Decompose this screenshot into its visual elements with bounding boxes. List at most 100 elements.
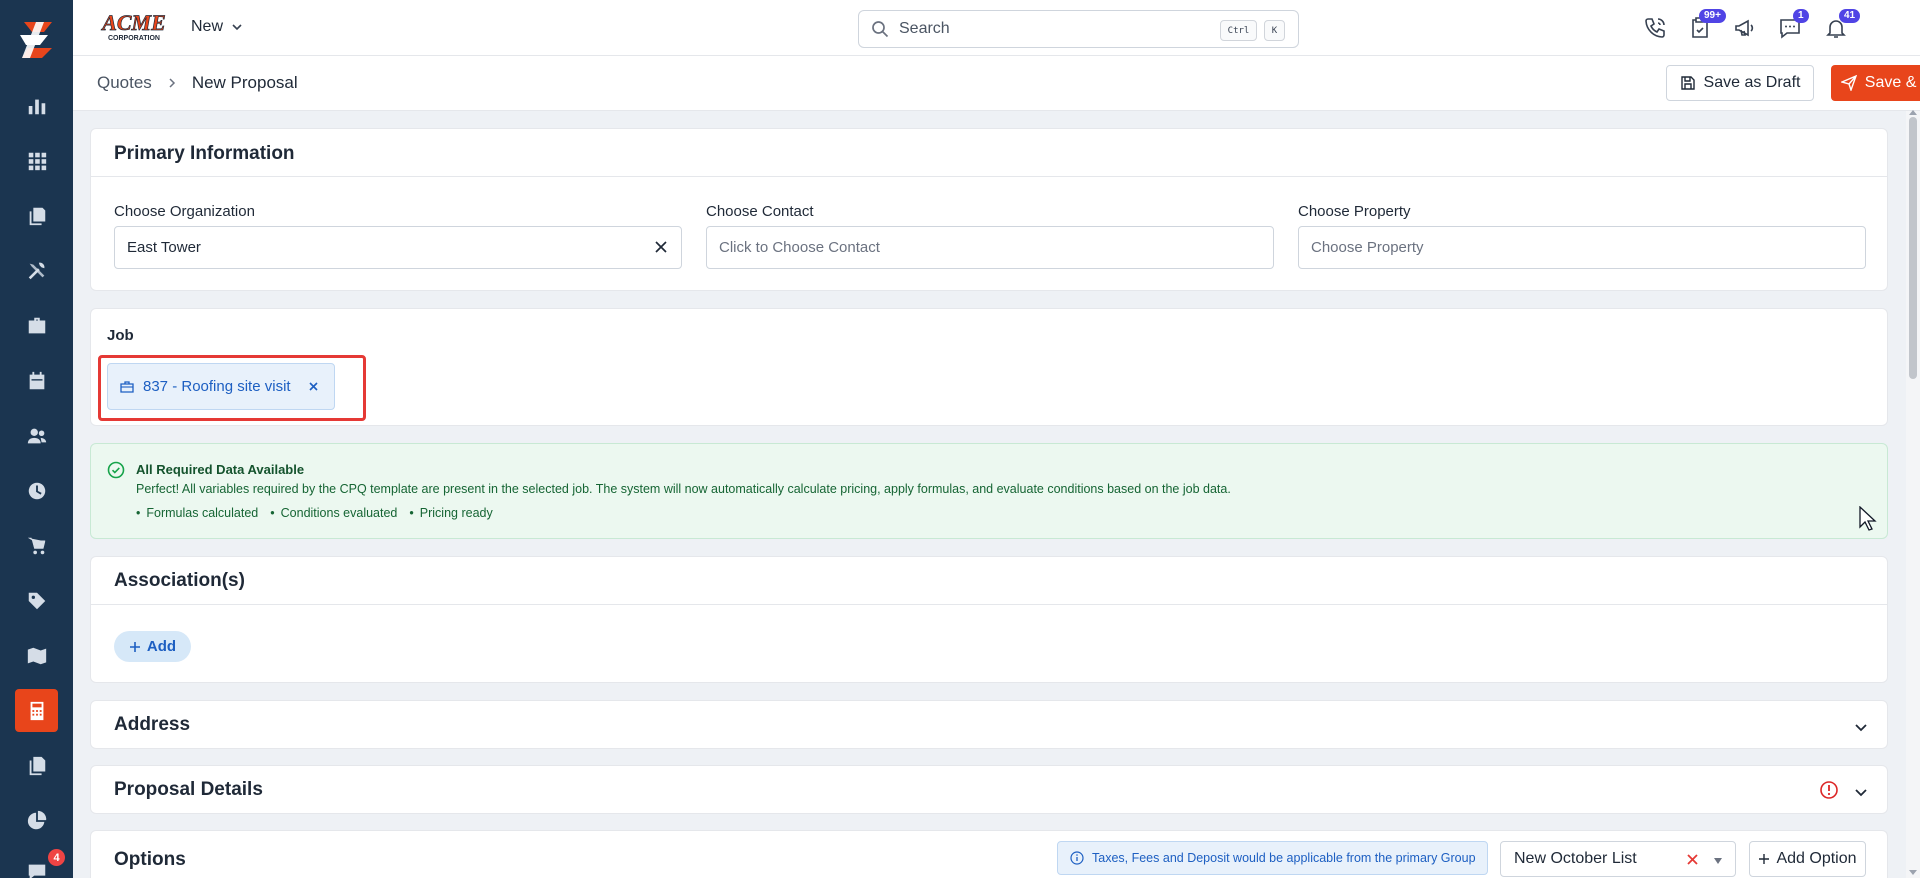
pie-chart-icon [27, 810, 46, 829]
job-card: Job 837 - Roofing site visit [90, 308, 1888, 426]
mouse-cursor-icon [1859, 506, 1877, 531]
notifications-button[interactable]: 41 [1821, 9, 1861, 43]
organization-field[interactable]: East Tower [114, 226, 682, 269]
sidebar-item-contacts[interactable] [15, 414, 58, 457]
sidebar-item-tools[interactable] [15, 249, 58, 292]
tools-icon [28, 262, 44, 279]
organization-value: East Tower [127, 239, 201, 256]
search-box[interactable]: Ctrl K [858, 10, 1299, 48]
add-association-label: Add [146, 638, 177, 655]
status-conditions: Conditions evaluated [270, 506, 398, 520]
alert-title: All Required Data Available [136, 462, 305, 477]
send-icon [1840, 75, 1857, 91]
breadcrumb-quotes[interactable]: Quotes [97, 73, 152, 93]
calendar-icon [29, 371, 44, 389]
sidebar: 4 [0, 0, 73, 878]
breadcrumb: Quotes New Proposal [97, 73, 298, 93]
associations-header: Association(s) [91, 557, 1887, 605]
new-menu-label: New [191, 18, 224, 35]
save-draft-button[interactable]: Save as Draft [1666, 65, 1814, 101]
price-list-value: New October List [1514, 850, 1637, 867]
phone-button[interactable] [1640, 13, 1670, 43]
sidebar-item-analytics[interactable] [15, 799, 58, 842]
sidebar-item-reports[interactable] [15, 744, 58, 787]
sidebar-item-pricing[interactable] [15, 579, 58, 622]
calculator-icon [30, 701, 43, 720]
tag-icon [28, 592, 45, 609]
scroll-up-icon[interactable] [1909, 109, 1917, 115]
top-bar: ACME CORPORATION New Ctrl K 99+ 1 41 [73, 0, 1920, 56]
sidebar-item-quotes[interactable] [15, 689, 58, 732]
save-draft-label: Save as Draft [1703, 74, 1801, 91]
messages-badge: 1 [1793, 9, 1809, 23]
chevron-down-icon[interactable] [1853, 719, 1869, 735]
sidebar-item-apps[interactable] [15, 139, 58, 182]
status-pricing: Pricing ready [409, 506, 493, 520]
announcements-button[interactable] [1730, 13, 1760, 43]
brand-logo[interactable]: ACME CORPORATION [97, 10, 171, 42]
remove-job-icon[interactable] [307, 380, 320, 393]
proposal-details-section[interactable]: Proposal Details [90, 765, 1888, 814]
associations-card: Association(s) Add [90, 556, 1888, 683]
shortcut-key-ctrl: Ctrl [1220, 20, 1257, 41]
contact-field[interactable]: Click to Choose Contact [706, 226, 1274, 269]
chevron-down-icon [232, 24, 242, 31]
job-label: Job [107, 327, 134, 344]
add-option-button[interactable]: Add Option [1749, 841, 1866, 877]
property-placeholder: Choose Property [1311, 239, 1424, 256]
map-icon [27, 647, 46, 664]
grid-icon [28, 152, 46, 170]
page-scrollbar[interactable] [1906, 109, 1920, 878]
shortcut-key-k: K [1264, 20, 1285, 41]
briefcase-icon [28, 317, 45, 333]
sidebar-item-documents[interactable] [15, 194, 58, 237]
options-section: Options Taxes, Fees and Deposit would be… [90, 830, 1888, 878]
primary-information-card: Primary Information Choose Organization … [90, 128, 1888, 291]
add-option-label: Add Option [1776, 850, 1857, 867]
tasks-button[interactable]: 99+ [1685, 9, 1726, 43]
users-icon [27, 428, 46, 443]
chevron-right-icon [169, 78, 175, 88]
plus-icon [129, 641, 140, 652]
clear-icon[interactable] [1686, 853, 1699, 866]
address-title: Address [114, 714, 191, 735]
caret-down-icon [1714, 858, 1722, 864]
tax-note: Taxes, Fees and Deposit would be applica… [1057, 841, 1488, 875]
add-association-button[interactable]: Add [114, 631, 191, 662]
sidebar-item-calendar[interactable] [15, 359, 58, 402]
alert-body: Perfect! All variables required by the C… [136, 482, 1231, 496]
sidebar-item-map[interactable] [15, 634, 58, 677]
price-list-select[interactable]: New October List [1500, 841, 1736, 877]
page-title: New Proposal [191, 73, 298, 92]
job-chip[interactable]: 837 - Roofing site visit [107, 363, 335, 410]
save-send-button[interactable]: Save & Send [1831, 65, 1920, 101]
chat-icon [28, 864, 45, 878]
files-icon [29, 207, 45, 225]
app-logo-icon[interactable] [14, 18, 58, 62]
page-header: Quotes New Proposal Save as Draft Save &… [73, 56, 1920, 111]
sidebar-item-store[interactable] [15, 524, 58, 567]
contact-placeholder: Click to Choose Contact [719, 239, 880, 256]
cart-icon [27, 537, 45, 554]
clear-icon[interactable] [653, 239, 669, 255]
address-section[interactable]: Address [90, 700, 1888, 749]
contact-label: Choose Contact [706, 203, 814, 220]
new-menu[interactable]: New [191, 18, 243, 36]
sidebar-item-dashboard[interactable] [15, 84, 58, 127]
scroll-down-icon[interactable] [1909, 870, 1917, 876]
notifications-badge: 41 [1839, 9, 1861, 23]
associations-title: Association(s) [114, 570, 245, 591]
chevron-down-icon[interactable] [1853, 784, 1869, 800]
property-label: Choose Property [1298, 203, 1411, 220]
save-send-label: Save & Send [1864, 74, 1920, 91]
messages-button[interactable]: 1 [1775, 9, 1809, 43]
search-input[interactable] [899, 20, 1199, 38]
sidebar-item-jobs[interactable] [15, 304, 58, 347]
scrollbar-thumb[interactable] [1909, 117, 1917, 379]
sidebar-item-timesheet[interactable] [15, 469, 58, 512]
clock-icon [28, 482, 45, 499]
svg-text:ACME: ACME [100, 10, 166, 35]
plus-icon [1759, 854, 1770, 864]
primary-information-header: Primary Information [91, 129, 1887, 177]
property-field[interactable]: Choose Property [1298, 226, 1866, 269]
